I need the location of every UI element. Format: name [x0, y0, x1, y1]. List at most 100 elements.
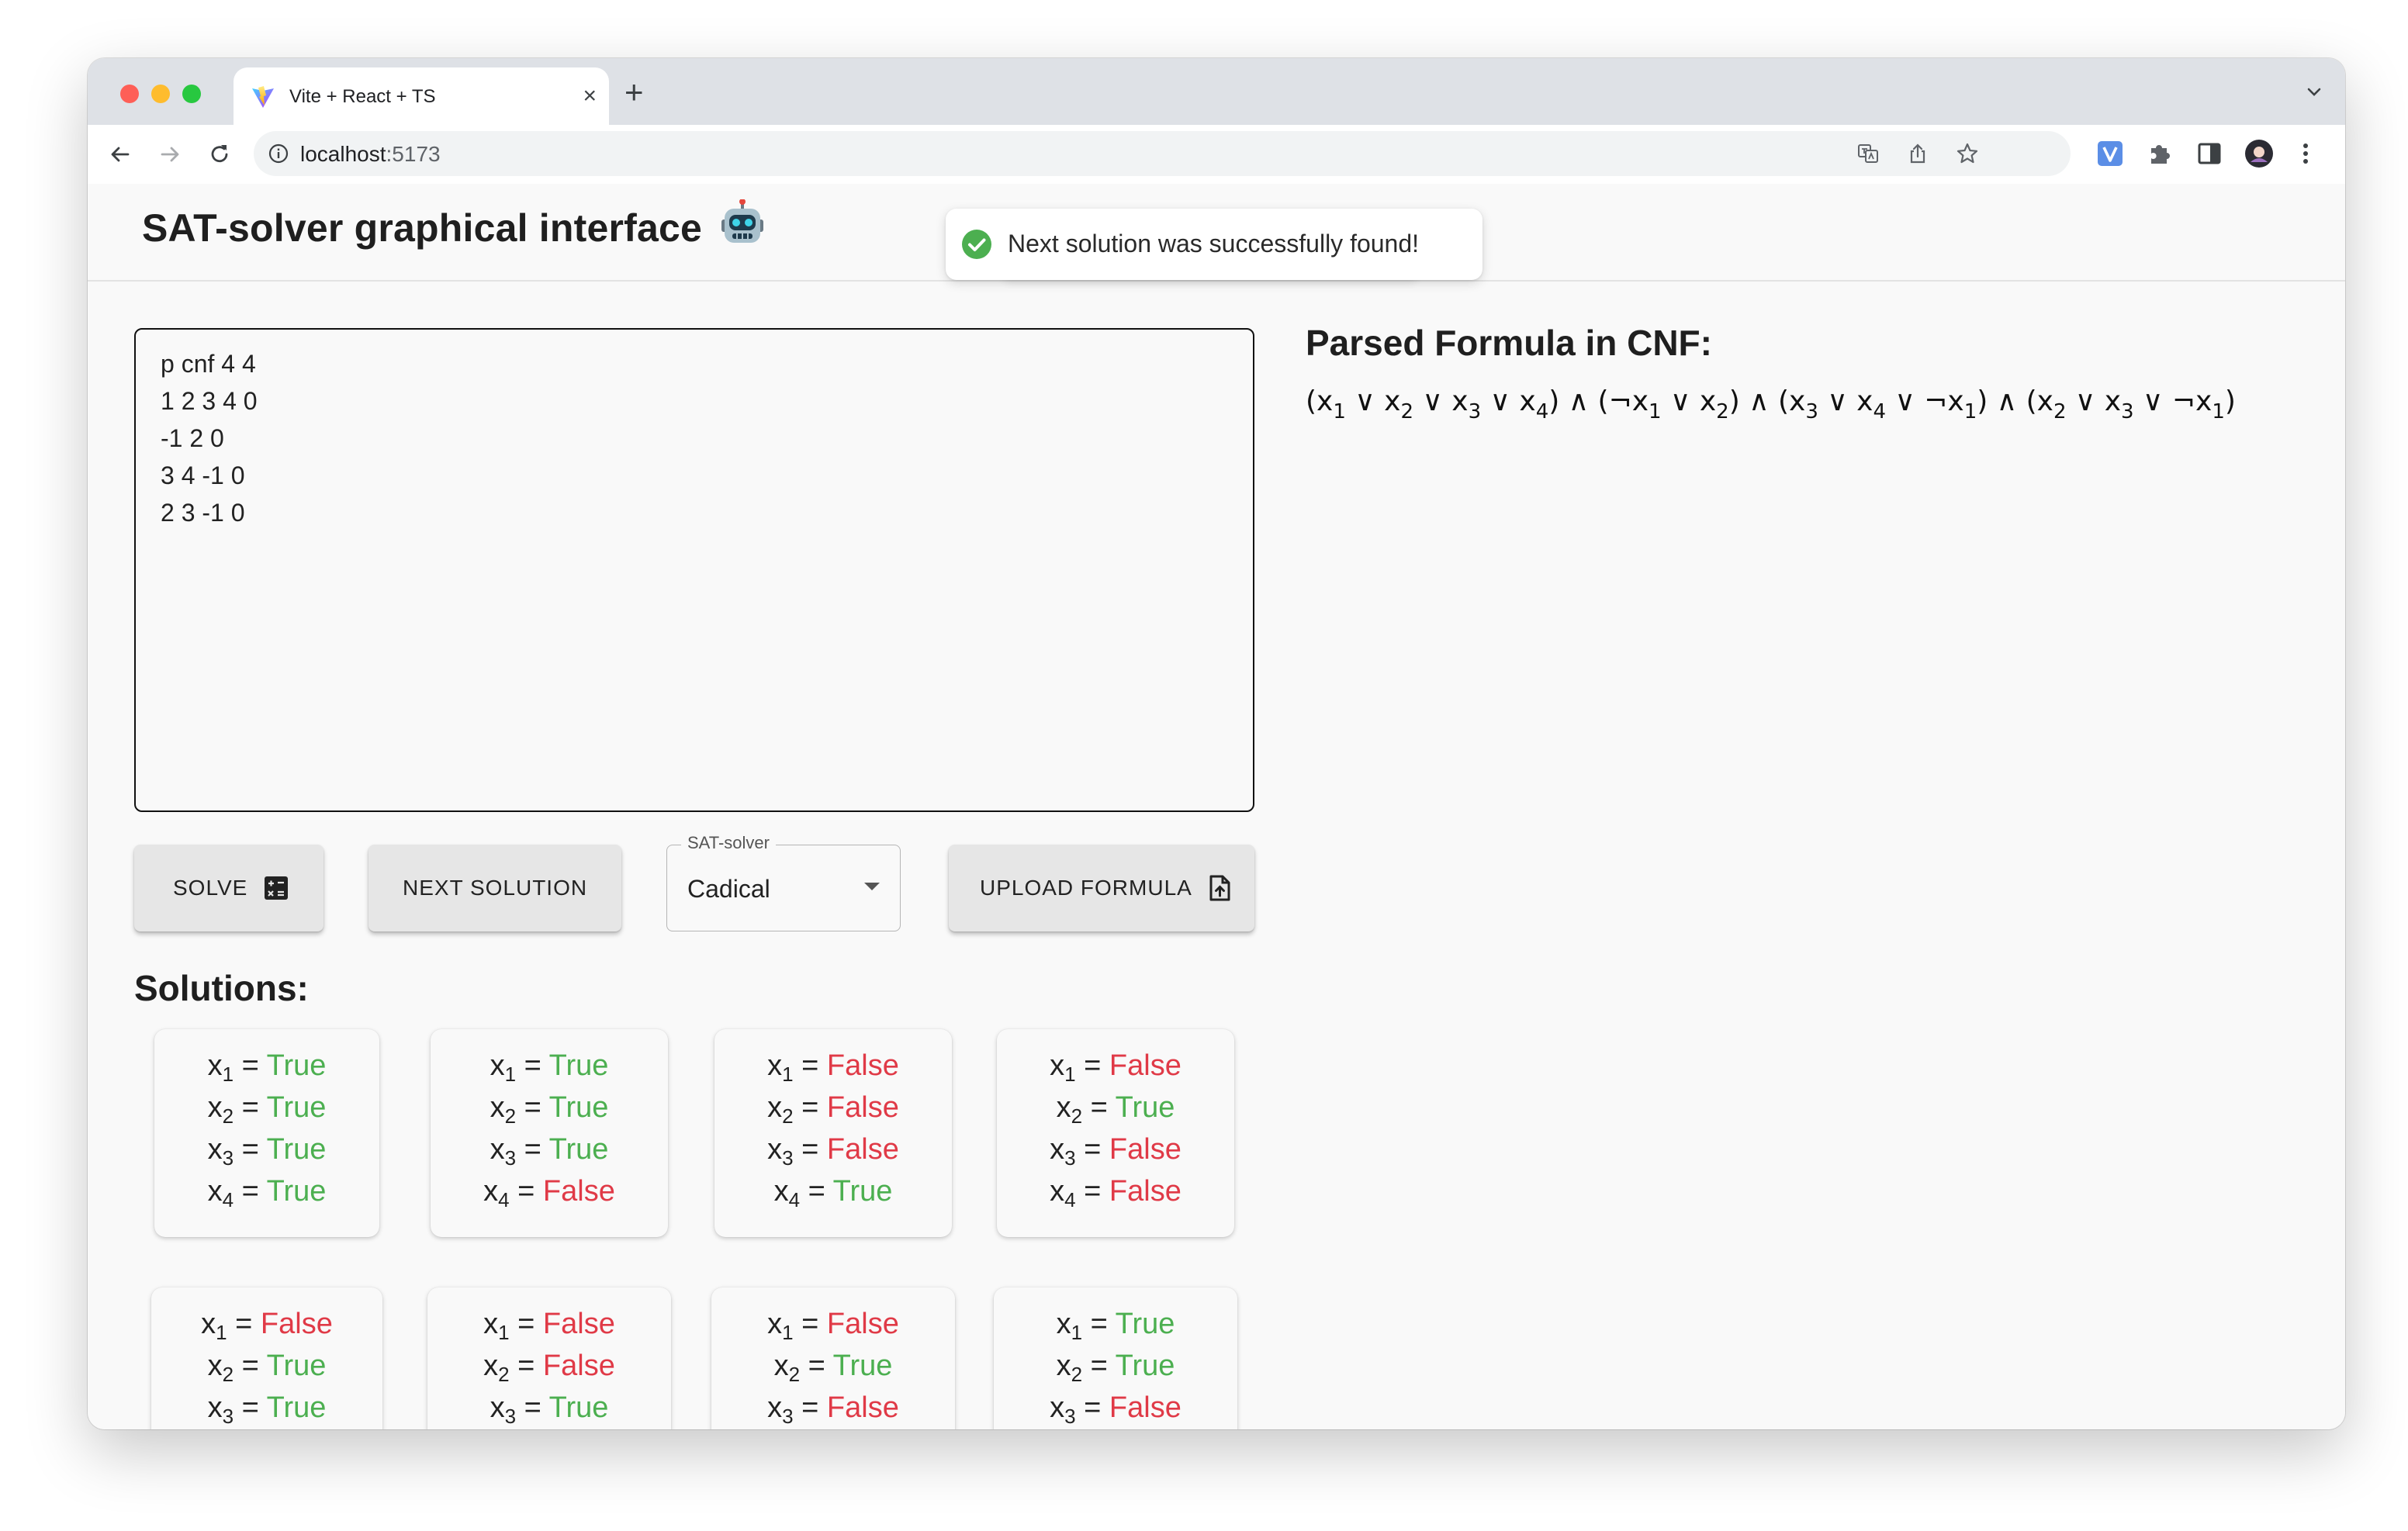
equals-sign: =: [793, 1391, 827, 1424]
assignment-value: True: [266, 1175, 327, 1208]
upload-formula-button[interactable]: UPLOAD FORMULA: [949, 845, 1254, 931]
variable-index: 3: [782, 1405, 794, 1428]
editor-line: 3 4 -1 0: [161, 461, 245, 489]
variable-assignment: x1 = True: [154, 1049, 379, 1087]
bookmark-star-icon[interactable]: [1956, 142, 1979, 165]
equals-sign: =: [793, 1308, 827, 1340]
variable-index: 1: [1071, 1321, 1083, 1344]
formula-literal: x3: [1789, 385, 1818, 423]
variable-index: 3: [1064, 1405, 1076, 1428]
vimium-extension-icon[interactable]: [2095, 139, 2125, 168]
assignment-value: True: [548, 1391, 609, 1424]
translate-icon[interactable]: [1856, 142, 1880, 165]
formula-clause: (x3 ∨ x4 ∨ ¬x1): [1778, 385, 1988, 423]
browser-toolbar: localhost:5173: [88, 125, 2345, 185]
variable-index: 3: [504, 1405, 517, 1428]
or-operator: ∨: [1345, 385, 1385, 417]
formula-clause: (x1 ∨ x2 ∨ x3 ∨ x4): [1306, 385, 1560, 423]
more-menu-icon[interactable]: [2291, 139, 2320, 168]
forward-arrow-icon[interactable]: [156, 140, 184, 168]
assignment-value: False: [1109, 1391, 1182, 1424]
equals-sign: =: [1075, 1175, 1109, 1208]
variable-assignment: x4 = True: [154, 1175, 379, 1212]
chevron-down-icon[interactable]: [2303, 81, 2325, 103]
variable-name: x: [1050, 1133, 1065, 1166]
tab-title: Vite + React + TS: [289, 86, 436, 107]
success-toast: Next solution was successfully found!: [946, 209, 1483, 280]
variable-assignment: x3 = True: [154, 1133, 379, 1170]
extensions-puzzle-icon[interactable]: [2145, 139, 2174, 168]
variable-name: x: [207, 1175, 223, 1208]
literal-index: 2: [1716, 400, 1729, 423]
formula-literal: ¬x1: [1608, 385, 1662, 423]
solution-card: x1 = True x2 = True x3 = True x4 = True: [154, 1029, 379, 1237]
assignment-value: False: [542, 1350, 615, 1382]
variable-index: 3: [782, 1146, 794, 1170]
variable-assignment: x1 = False: [151, 1308, 382, 1345]
variable-name: x: [1056, 1308, 1071, 1340]
variable-assignment: x1 = True: [431, 1049, 668, 1087]
variable-index: 1: [498, 1321, 510, 1344]
literal-index: 1: [1333, 400, 1346, 423]
variable-name: x: [207, 1391, 223, 1424]
equals-sign: =: [509, 1175, 543, 1208]
formula-literal: x2: [1384, 385, 1414, 423]
variable-index: 2: [222, 1363, 234, 1386]
equals-sign: =: [234, 1049, 267, 1082]
assignment-value: False: [826, 1308, 899, 1340]
formula-clause: (x2 ∨ x3 ∨ ¬x1): [2026, 385, 2236, 423]
variable-assignment: x2 = False: [714, 1091, 952, 1128]
sat-solver-select[interactable]: SAT-solver Cadical: [666, 833, 901, 931]
variable-name: x: [1050, 1049, 1065, 1082]
reload-icon[interactable]: [206, 140, 234, 168]
equals-sign: =: [800, 1175, 833, 1208]
next-solution-button[interactable]: NEXT SOLUTION: [368, 845, 621, 931]
variable-index: 4: [222, 1188, 234, 1211]
back-arrow-icon[interactable]: [106, 140, 134, 168]
literal-index: 4: [1873, 400, 1887, 423]
variable-assignment: x1 = False: [427, 1308, 671, 1345]
variable-name: x: [483, 1350, 499, 1382]
assignment-value: False: [1109, 1175, 1182, 1208]
address-bar[interactable]: localhost:5173: [254, 131, 2071, 176]
assignment-value: True: [1115, 1091, 1175, 1124]
assignment-value: False: [826, 1091, 899, 1124]
assignment-value: False: [826, 1133, 899, 1166]
profile-avatar[interactable]: [2244, 139, 2274, 168]
app-page: SAT-solver graphical interface Next solu…: [88, 184, 2345, 1429]
formula-literal: x3: [2104, 385, 2134, 423]
share-icon[interactable]: [1906, 142, 1929, 165]
solution-card: x1 = False x2 = True x3 = False x4 = False: [997, 1029, 1234, 1237]
variable-index: 3: [1064, 1146, 1076, 1170]
equals-sign: =: [516, 1091, 549, 1124]
equals-sign: =: [234, 1391, 267, 1424]
side-panel-icon[interactable]: [2195, 139, 2224, 168]
literal-index: 1: [2212, 400, 2225, 423]
solve-button-label: SOLVE: [173, 876, 248, 900]
literal-index: 3: [1468, 400, 1482, 423]
browser-tab[interactable]: Vite + React + TS ×: [234, 67, 609, 125]
info-icon[interactable]: [268, 143, 289, 164]
variable-assignment: x1 = False: [711, 1308, 955, 1345]
zoom-window-button[interactable]: [182, 85, 201, 103]
variable-assignment: x3 = True: [151, 1391, 382, 1429]
formula-literal: x1: [1316, 385, 1346, 423]
variable-name: x: [483, 1175, 499, 1208]
solve-button[interactable]: SOLVE: [134, 845, 323, 931]
calculate-icon: [265, 876, 288, 900]
variable-assignment: x3 = False: [714, 1133, 952, 1170]
variable-assignment: x3 = True: [431, 1133, 668, 1170]
robot-icon: [721, 199, 763, 243]
equals-sign: =: [516, 1049, 549, 1082]
close-window-button[interactable]: [120, 85, 139, 103]
literal-index: 3: [1805, 400, 1818, 423]
dimacs-editor[interactable]: p cnf 4 4 1 2 3 4 0 -1 2 0 3 4 -1 0 2 3 …: [134, 328, 1254, 812]
tab-close-icon[interactable]: ×: [583, 83, 597, 109]
new-tab-button[interactable]: +: [624, 75, 644, 109]
select-value: Cadical: [687, 875, 770, 903]
minimize-window-button[interactable]: [151, 85, 170, 103]
variable-name: x: [1056, 1091, 1071, 1124]
variable-name: x: [767, 1049, 783, 1082]
variable-index: 2: [504, 1104, 517, 1128]
or-operator: ∨: [1886, 385, 1925, 417]
